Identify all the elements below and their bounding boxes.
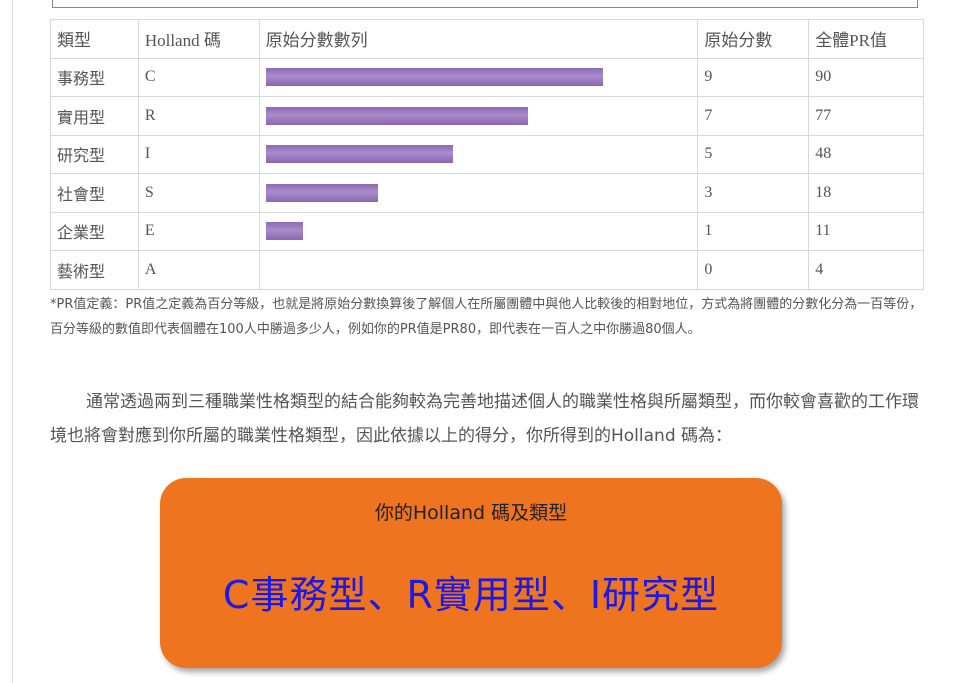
cell-score-bar bbox=[258, 173, 699, 213]
cell-score-bar bbox=[258, 57, 699, 97]
cell-pr: 48 bbox=[808, 134, 924, 174]
score-bar bbox=[265, 222, 303, 241]
cell-type: 研究型 bbox=[50, 134, 139, 174]
cell-type: 社會型 bbox=[50, 173, 139, 213]
table-row: 實用型 R 7 77 bbox=[50, 96, 924, 136]
previous-section-box bbox=[52, 0, 918, 8]
cell-raw-score: 7 bbox=[697, 96, 810, 136]
cell-score-bar bbox=[258, 211, 699, 251]
cell-type: 藝術型 bbox=[50, 250, 139, 290]
score-bar bbox=[265, 106, 528, 125]
holland-result-box: 你的Holland 碼及類型 C事務型、R實用型、I研究型 bbox=[160, 478, 782, 668]
result-value: C事務型、R實用型、I研究型 bbox=[222, 573, 720, 617]
cell-raw-score: 3 bbox=[697, 173, 810, 213]
cell-score-bar bbox=[258, 96, 699, 136]
cell-pr: 11 bbox=[808, 211, 924, 251]
page-left-border bbox=[12, 0, 13, 683]
cell-holland-code: C bbox=[137, 57, 260, 97]
cell-type: 企業型 bbox=[50, 211, 139, 251]
holland-score-table-container: 類型 Holland 碼 原始分數數列 原始分數 全體PR值 事務型 C 9 90 實用… bbox=[50, 19, 924, 290]
header-score-bar: 原始分數數列 bbox=[258, 19, 699, 59]
cell-pr: 4 bbox=[808, 250, 924, 290]
cell-score-bar bbox=[258, 250, 699, 290]
cell-type: 事務型 bbox=[50, 57, 139, 97]
cell-score-bar bbox=[258, 134, 699, 174]
cell-raw-score: 0 bbox=[697, 250, 810, 290]
cell-type: 實用型 bbox=[50, 96, 139, 136]
table-row: 研究型 I 5 48 bbox=[50, 134, 924, 174]
cell-pr: 18 bbox=[808, 173, 924, 213]
header-raw-score: 原始分數 bbox=[697, 19, 810, 59]
cell-holland-code: E bbox=[137, 211, 260, 251]
header-type: 類型 bbox=[50, 19, 139, 59]
pr-definition-note: *PR值定義：PR值之定義為百分等級，也就是將原始分數換算後了解個人在所屬團體中… bbox=[50, 297, 923, 337]
cell-pr: 90 bbox=[808, 57, 924, 97]
cell-raw-score: 5 bbox=[697, 134, 810, 174]
table-row: 社會型 S 3 18 bbox=[50, 173, 924, 213]
table-header-row: 類型 Holland 碼 原始分數數列 原始分數 全體PR值 bbox=[50, 19, 924, 59]
cell-raw-score: 1 bbox=[697, 211, 810, 251]
cell-raw-score: 9 bbox=[697, 57, 810, 97]
table-row: 事務型 C 9 90 bbox=[50, 57, 924, 97]
score-bar bbox=[265, 183, 378, 202]
score-bar bbox=[265, 145, 453, 164]
cell-holland-code: R bbox=[137, 96, 260, 136]
holland-explanation-paragraph: 通常透過兩到三種職業性格類型的結合能夠較為完善地描述個人的職業性格與所屬類型，而… bbox=[50, 392, 919, 446]
cell-pr: 77 bbox=[808, 96, 924, 136]
cell-holland-code: I bbox=[137, 134, 260, 174]
result-heading: 你的Holland 碼及類型 bbox=[374, 502, 568, 524]
header-holland-code: Holland 碼 bbox=[137, 19, 260, 59]
holland-score-table: 類型 Holland 碼 原始分數數列 原始分數 全體PR值 事務型 C 9 90 實用… bbox=[50, 19, 924, 290]
header-pr: 全體PR值 bbox=[808, 19, 924, 59]
cell-holland-code: S bbox=[137, 173, 260, 213]
table-row: 藝術型 A 0 4 bbox=[50, 250, 924, 290]
cell-holland-code: A bbox=[137, 250, 260, 290]
table-row: 企業型 E 1 11 bbox=[50, 211, 924, 251]
score-bar bbox=[265, 68, 603, 87]
